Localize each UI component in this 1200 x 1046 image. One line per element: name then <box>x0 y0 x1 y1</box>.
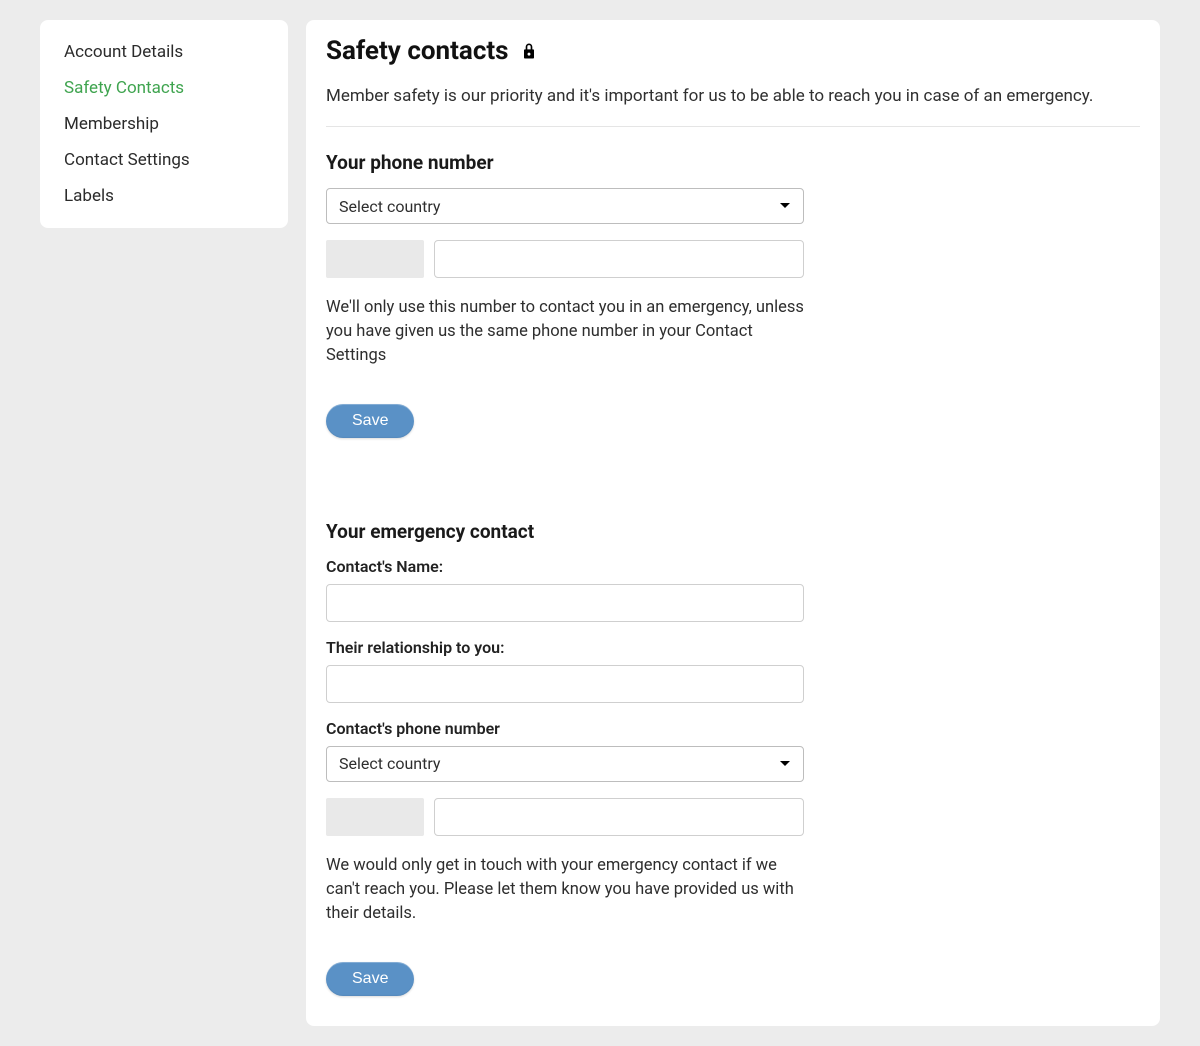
sidebar-item-account-details[interactable]: Account Details <box>40 34 288 70</box>
contact-relationship-input[interactable] <box>326 665 804 703</box>
contact-phone-country-select[interactable]: Select country <box>326 746 804 782</box>
contact-phone-prefix-display <box>326 798 424 836</box>
contact-phone-number-input[interactable] <box>434 798 804 836</box>
your-phone-section-title: Your phone number <box>326 151 1140 174</box>
contact-phone-label: Contact's phone number <box>326 719 804 738</box>
emergency-contact-save-button[interactable]: Save <box>326 962 414 996</box>
sidebar-item-contact-settings[interactable]: Contact Settings <box>40 142 288 178</box>
caret-down-icon <box>779 201 791 211</box>
your-phone-country-value: Select country <box>339 197 440 216</box>
your-phone-number-input[interactable] <box>434 240 804 278</box>
contact-phone-country-value: Select country <box>339 754 440 773</box>
your-phone-help-text: We'll only use this number to contact yo… <box>326 296 804 368</box>
sidebar-item-membership[interactable]: Membership <box>40 106 288 142</box>
caret-down-icon <box>779 759 791 769</box>
main-content: Safety contacts Member safety is our pri… <box>306 20 1160 1026</box>
sidebar-item-safety-contacts[interactable]: Safety Contacts <box>40 70 288 106</box>
your-phone-save-button[interactable]: Save <box>326 404 414 438</box>
contact-name-label: Contact's Name: <box>326 557 804 576</box>
contact-name-input[interactable] <box>326 584 804 622</box>
sidebar-item-labels[interactable]: Labels <box>40 178 288 214</box>
sidebar: Account Details Safety Contacts Membersh… <box>40 20 288 228</box>
contact-relationship-label: Their relationship to you: <box>326 638 804 657</box>
intro-text: Member safety is our priority and it's i… <box>326 86 1140 127</box>
lock-icon <box>519 41 539 61</box>
emergency-contact-section: Your emergency contact Contact's Name: T… <box>326 520 1140 996</box>
emergency-contact-section-title: Your emergency contact <box>326 520 1140 543</box>
your-phone-prefix-display <box>326 240 424 278</box>
your-phone-section: Your phone number Select country We'll o… <box>326 151 1140 438</box>
emergency-contact-help-text: We would only get in touch with your eme… <box>326 854 804 926</box>
your-phone-country-select[interactable]: Select country <box>326 188 804 224</box>
page-title: Safety contacts <box>326 36 509 66</box>
